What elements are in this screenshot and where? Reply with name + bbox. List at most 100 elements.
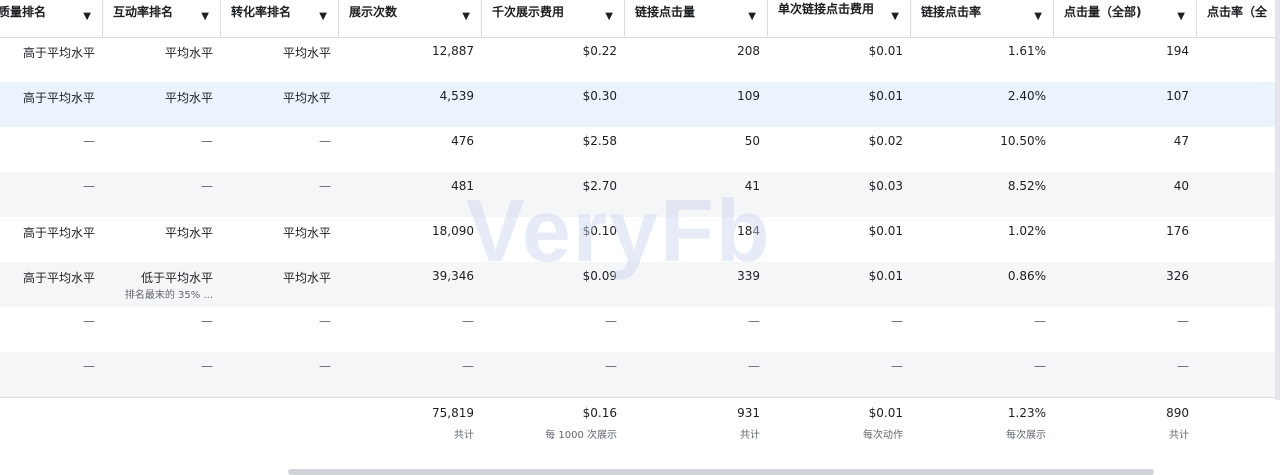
- col-header-ctr-link[interactable]: 链接点击率 ▼: [911, 0, 1054, 37]
- cell-value: $0.22: [582, 44, 617, 58]
- cell-clicks-all: 47: [1054, 127, 1197, 172]
- total-caption: 每 1000 次展示: [545, 430, 617, 441]
- total-value: 890: [1166, 406, 1189, 420]
- col-header-label: 互动率排名: [113, 5, 174, 19]
- table-row[interactable]: — — — 481 $2.70 41 $0.03 8.52% 40: [0, 172, 1280, 217]
- table-row[interactable]: 高于平均水平 平均水平 平均水平 4,539 $0.30 109 $0.01 2…: [0, 82, 1280, 127]
- cell-value: 2.40%: [1007, 89, 1046, 103]
- col-header-label: 点击量（全部): [1064, 5, 1142, 19]
- cell-impressions: 39,346: [339, 262, 482, 307]
- cell-impressions: —: [339, 307, 482, 352]
- caret-down-icon[interactable]: ▼: [83, 11, 91, 22]
- cell-value: 平均水平: [282, 271, 331, 285]
- cell-value: 平均水平: [164, 91, 213, 105]
- cell-value: 339: [737, 269, 760, 283]
- horizontal-scrollbar[interactable]: [288, 469, 1154, 475]
- cell-clicks-all: 176: [1054, 217, 1197, 262]
- table-row[interactable]: 高于平均水平 平均水平 平均水平 12,887 $0.22 208 $0.01 …: [0, 37, 1280, 82]
- cell-conversion: 平均水平: [221, 82, 339, 127]
- cell-engagement: —: [103, 352, 221, 397]
- cell-impressions: 12,887: [339, 37, 482, 82]
- cell-engagement: 平均水平: [103, 82, 221, 127]
- cell-conversion: —: [221, 172, 339, 217]
- cell-value: $0.01: [868, 89, 903, 103]
- col-header-clicks-all[interactable]: 点击量（全部) ▼: [1054, 0, 1197, 37]
- col-header-quality[interactable]: 质量排名 ▼: [0, 0, 103, 37]
- cell-value: $0.01: [868, 224, 903, 238]
- cell-value: 12,887: [432, 44, 474, 58]
- cell-value: 326: [1166, 269, 1189, 283]
- cell-conversion: 平均水平: [221, 262, 339, 307]
- cell-engagement: —: [103, 172, 221, 217]
- cell-value: 481: [451, 179, 474, 193]
- cell-value: —: [891, 359, 903, 373]
- cell-quality: —: [0, 352, 103, 397]
- caret-down-icon[interactable]: ▼: [462, 11, 470, 22]
- cell-value: 10.50%: [1000, 134, 1046, 148]
- cell-value: —: [462, 359, 474, 373]
- cell-ctr-link: 2.40%: [911, 82, 1054, 127]
- col-header-label: 单次链接点击费用: [778, 2, 875, 16]
- cell-value: 176: [1166, 224, 1189, 238]
- table-row[interactable]: — — — 476 $2.58 50 $0.02 10.50% 47: [0, 127, 1280, 172]
- cell-cpc-link: $0.01: [768, 217, 911, 262]
- caret-down-icon[interactable]: ▼: [748, 11, 756, 22]
- cell-cpm: $2.70: [482, 172, 625, 217]
- caret-down-icon[interactable]: ▼: [1177, 11, 1185, 22]
- cell-ctr-link: 8.52%: [911, 172, 1054, 217]
- cell-value: $0.02: [868, 134, 903, 148]
- cell-link-clicks: 41: [625, 172, 768, 217]
- cell-value: —: [605, 359, 617, 373]
- cell-value: 低于平均水平: [140, 271, 213, 285]
- cell-cpc-link: —: [768, 352, 911, 397]
- caret-down-icon[interactable]: ▼: [605, 11, 613, 22]
- cell-cpm: —: [482, 352, 625, 397]
- caret-down-icon[interactable]: ▼: [319, 11, 327, 22]
- cell-ctr-link: 10.50%: [911, 127, 1054, 172]
- cell-quality: 高于平均水平: [0, 37, 103, 82]
- table-row[interactable]: 高于平均水平 低于平均水平 排名最末的 35% ... 平均水平 39,346 …: [0, 262, 1280, 307]
- caret-down-icon[interactable]: ▼: [1034, 11, 1042, 22]
- table-row[interactable]: — — — — — — — — —: [0, 307, 1280, 352]
- col-header-cpc-link[interactable]: 单次链接点击费用 ▼: [768, 0, 911, 37]
- cell-value: —: [201, 134, 213, 148]
- cell-value: 0.86%: [1007, 269, 1046, 283]
- cell-value: 高于平均水平: [22, 226, 95, 240]
- cell-value: —: [1034, 314, 1046, 328]
- col-header-engagement[interactable]: 互动率排名 ▼: [103, 0, 221, 37]
- table-header: 质量排名 ▼ 互动率排名 ▼ 转化率排名 ▼ 展示次数 ▼ 千次展示费用 ▼ 链…: [0, 0, 1280, 38]
- cell-engagement: 平均水平: [103, 217, 221, 262]
- total-value: 75,819: [432, 406, 474, 420]
- cell-value: 50: [744, 134, 760, 148]
- cell-value: 47: [1173, 134, 1189, 148]
- caret-down-icon[interactable]: ▼: [201, 11, 209, 22]
- cell-value: 208: [737, 44, 760, 58]
- col-header-conversion[interactable]: 转化率排名 ▼: [221, 0, 339, 37]
- vertical-scrollbar[interactable]: [1275, 0, 1280, 400]
- caret-down-icon[interactable]: ▼: [891, 11, 899, 22]
- cell-cpm: —: [482, 307, 625, 352]
- cell-value: 476: [451, 134, 474, 148]
- table-row[interactable]: 高于平均水平 平均水平 平均水平 18,090 $0.10 184 $0.01 …: [0, 217, 1280, 262]
- cell-cpm: $0.22: [482, 37, 625, 82]
- cell-clicks-all: 194: [1054, 37, 1197, 82]
- total-caption: 每次动作: [863, 430, 903, 441]
- col-header-link-clicks[interactable]: 链接点击量 ▼: [625, 0, 768, 37]
- cell-value: 4,539: [439, 89, 474, 103]
- cell-link-clicks: —: [625, 307, 768, 352]
- cell-cpc-link: $0.01: [768, 37, 911, 82]
- col-header-ctr-all[interactable]: 点击率（全: [1197, 0, 1280, 37]
- cell-value: $0.09: [582, 269, 617, 283]
- cell-value: —: [462, 314, 474, 328]
- col-header-label: 展示次数: [349, 5, 398, 19]
- cell-clicks-all: 107: [1054, 82, 1197, 127]
- col-header-impressions[interactable]: 展示次数 ▼: [339, 0, 482, 37]
- cell-value: 18,090: [432, 224, 474, 238]
- cell-quality: —: [0, 307, 103, 352]
- col-header-cpm[interactable]: 千次展示费用 ▼: [482, 0, 625, 37]
- cell-value: $0.30: [582, 89, 617, 103]
- table-row[interactable]: — — — — — — — — —: [0, 352, 1280, 397]
- cell-ctr-link: —: [911, 352, 1054, 397]
- cell-quality: 高于平均水平: [0, 262, 103, 307]
- cell-cpm: $2.58: [482, 127, 625, 172]
